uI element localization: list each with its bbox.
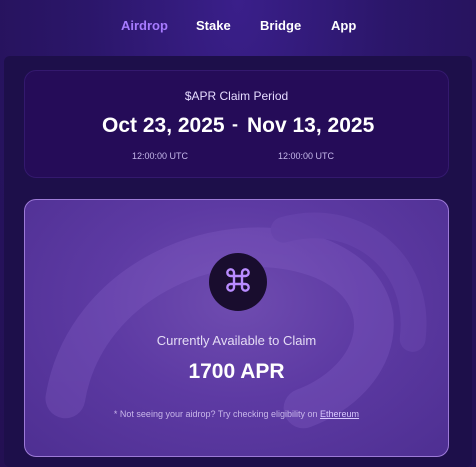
command-icon <box>222 264 254 301</box>
claim-label: Currently Available to Claim <box>156 333 317 348</box>
claim-end-date: Nov 13, 2025 <box>247 114 375 137</box>
ethereum-link[interactable]: Ethereum <box>320 409 359 419</box>
nav-airdrop[interactable]: Airdrop <box>121 18 168 33</box>
claim-start-date: Oct 23, 2025 <box>102 114 225 137</box>
claim-period-title: $APR Claim Period <box>184 89 289 103</box>
claim-end-time: 12:00:00 UTC <box>278 151 335 161</box>
page-background: Airdrop Stake Bridge App $APR Claim Peri… <box>0 0 476 467</box>
nav-bridge[interactable]: Bridge <box>260 18 301 33</box>
eligibility-footnote: * Not seeing your aidrop? Try checking e… <box>25 409 448 419</box>
claim-card: Currently Available to Claim 1700 APR * … <box>24 199 449 457</box>
claim-amount: 1700 APR <box>188 360 285 383</box>
nav-stake[interactable]: Stake <box>196 18 231 33</box>
claim-start-time: 12:00:00 UTC <box>132 151 189 161</box>
top-nav: Airdrop Stake Bridge App <box>0 0 476 52</box>
date-separator: - <box>232 114 238 134</box>
footnote-text: * Not seeing your aidrop? Try checking e… <box>113 409 321 419</box>
nav-app[interactable]: App <box>331 18 356 33</box>
logo-badge <box>209 253 267 311</box>
claim-period-card: $APR Claim Period Oct 23, 2025 - Nov 13,… <box>24 70 449 178</box>
